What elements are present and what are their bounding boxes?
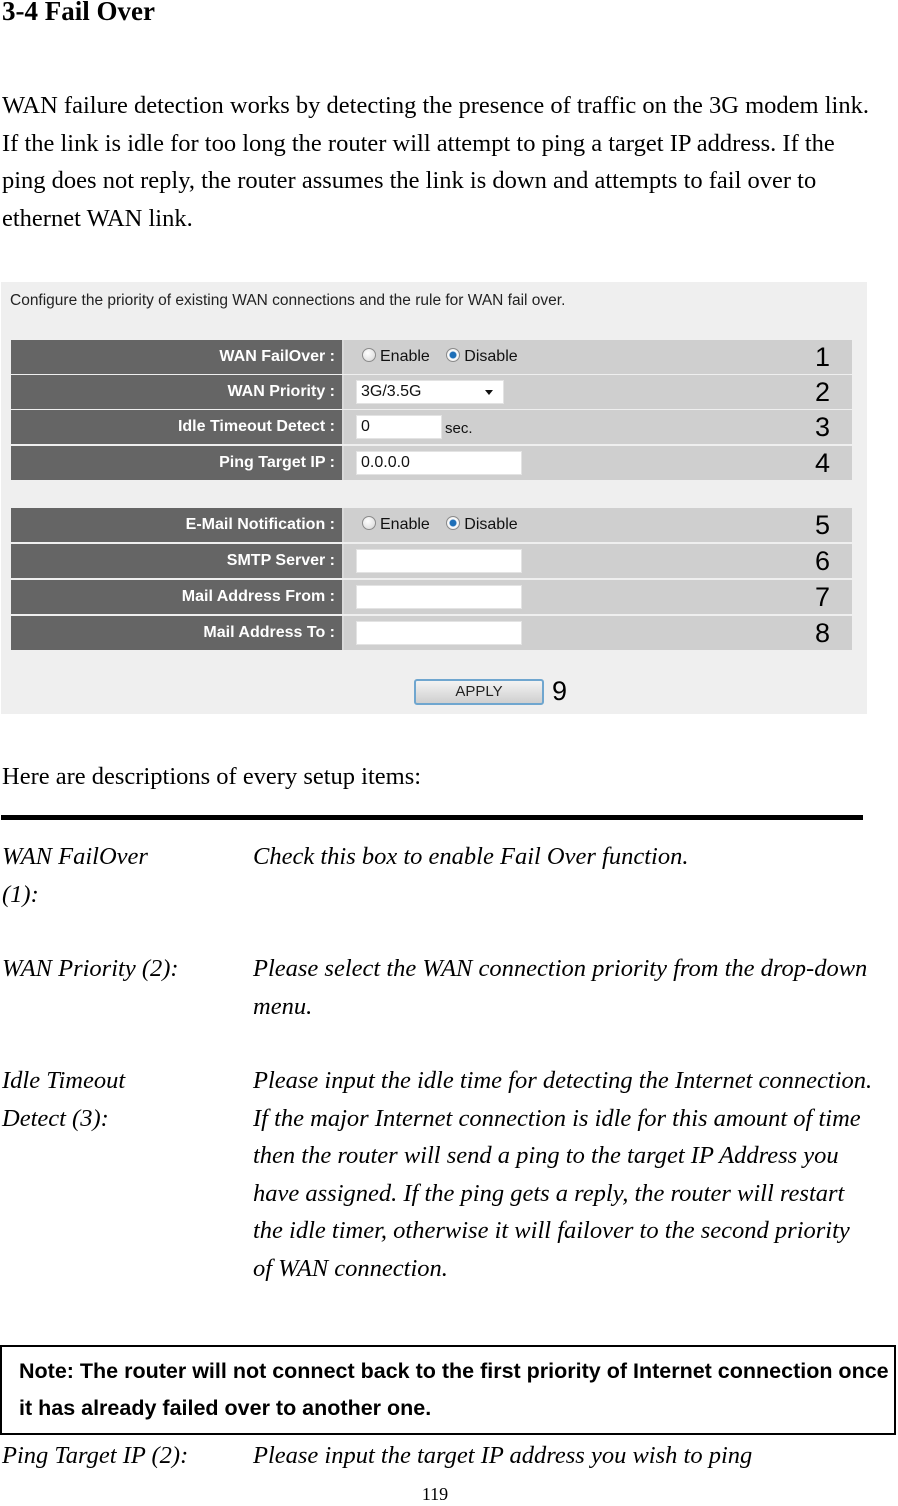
chevron-down-icon (485, 390, 493, 395)
description-definition: Please input the target IP address you w… (253, 1442, 753, 1469)
mail-from-row: Mail Address From : 7 (11, 580, 852, 614)
callout-marker: 7 (814, 582, 830, 612)
idle-timeout-label: Idle Timeout Detect : (11, 410, 344, 444)
wan-priority-select[interactable]: 3G/3.5G (356, 380, 504, 404)
mail-to-label: Mail Address To : (11, 616, 344, 650)
intro-paragraph: WAN failure detection works by detecting… (2, 92, 869, 232)
description-term: WAN FailOver (1): (2, 843, 148, 908)
mail-to-input[interactable] (356, 621, 522, 645)
mail-from-input[interactable] (356, 585, 522, 609)
description-definition: Check this box to enable Fail Over funct… (253, 843, 689, 870)
description-definition: Please input the idle time for detecting… (253, 1067, 873, 1282)
page-number: 119 (421, 1484, 449, 1504)
email-notification-disable-radio[interactable]: Disable (446, 516, 523, 533)
mail-from-label: Mail Address From : (11, 580, 344, 614)
descriptions-intro: Here are descriptions of every setup ite… (2, 763, 422, 790)
router-config-screenshot: Configure the priority of existing WAN c… (1, 282, 867, 714)
divider (1, 815, 863, 820)
description-term: WAN Priority (2): (2, 955, 179, 982)
description-definition: Please select the WAN connection priorit… (253, 955, 868, 1020)
callout-marker: 6 (814, 546, 830, 576)
section-title: 3-4 Fail Over (2, 0, 155, 26)
idle-timeout-input[interactable]: 0 (356, 415, 442, 439)
config-caption: Configure the priority of existing WAN c… (10, 292, 566, 309)
wan-priority-row: WAN Priority : 3G/3.5G 2 (11, 375, 852, 409)
email-notification-enable-radio[interactable]: Enable (362, 516, 436, 533)
description-term: Idle Timeout Detect (3): (2, 1067, 126, 1132)
wan-failover-row: WAN FailOver : Enable Disable 1 (11, 340, 852, 374)
ping-target-label: Ping Target IP : (11, 446, 344, 480)
callout-marker: 5 (814, 510, 830, 540)
callout-marker: 9 (552, 676, 568, 706)
callout-marker: 1 (814, 342, 830, 372)
email-notification-row: E-Mail Notification : Enable Disable 5 (11, 508, 852, 542)
callout-marker: 4 (814, 448, 830, 478)
ping-target-row: Ping Target IP : 0.0.0.0 4 (11, 446, 852, 480)
wan-priority-label: WAN Priority : (11, 375, 344, 409)
idle-timeout-unit: sec. (445, 420, 473, 437)
wan-failover-enable-radio[interactable]: Enable (362, 348, 436, 365)
wan-failover-label: WAN FailOver : (11, 340, 344, 374)
note-box: Note: The router will not connect back t… (0, 1345, 896, 1435)
mail-to-row: Mail Address To : 8 (11, 616, 852, 650)
smtp-server-label: SMTP Server : (11, 544, 344, 578)
smtp-server-row: SMTP Server : 6 (11, 544, 852, 578)
smtp-server-input[interactable] (356, 549, 522, 573)
ping-target-input[interactable]: 0.0.0.0 (356, 451, 522, 475)
callout-marker: 8 (814, 618, 830, 648)
apply-button[interactable]: APPLY (414, 679, 544, 705)
email-notification-label: E-Mail Notification : (11, 508, 344, 542)
idle-timeout-row: Idle Timeout Detect : 0 sec. 3 (11, 410, 852, 444)
callout-marker: 3 (814, 412, 830, 442)
callout-marker: 2 (814, 377, 830, 407)
wan-failover-disable-radio[interactable]: Disable (446, 348, 523, 365)
description-term: Ping Target IP (2): (2, 1442, 189, 1469)
